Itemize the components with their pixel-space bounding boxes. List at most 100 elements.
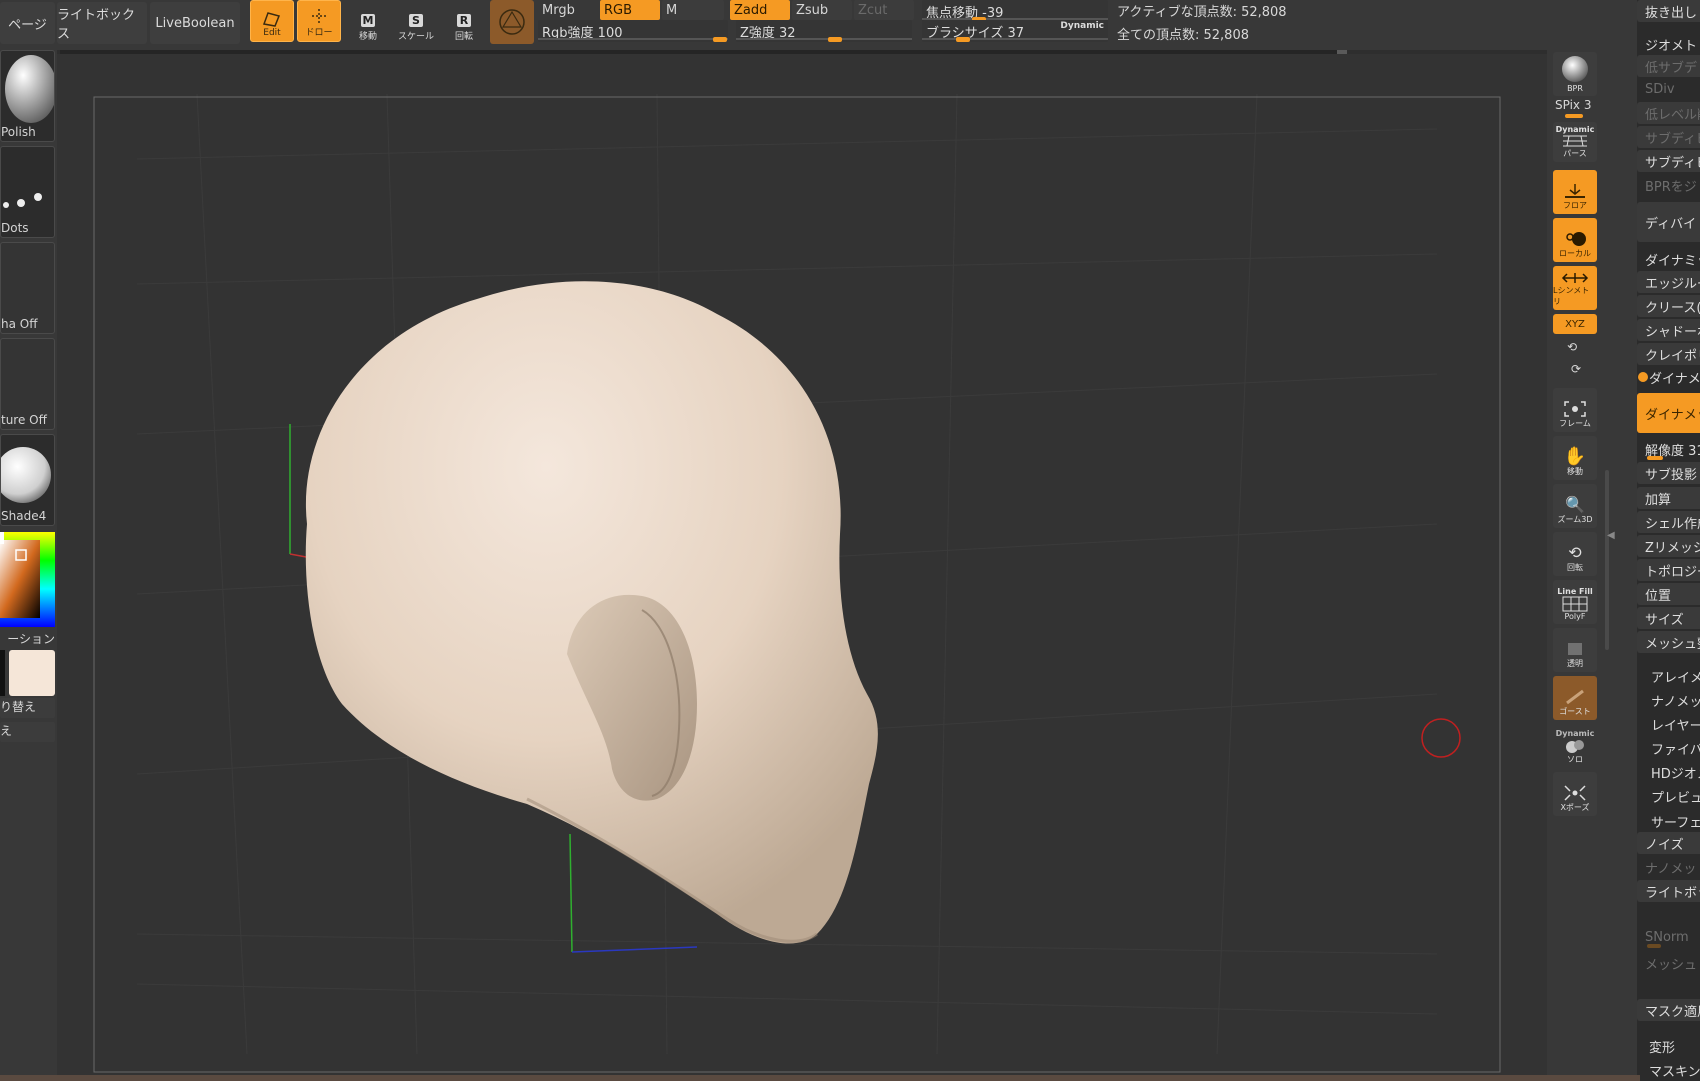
layers-section[interactable]: レイヤー xyxy=(1637,713,1700,735)
perspective-button[interactable]: Dynamic パース xyxy=(1553,122,1597,162)
divide-button[interactable]: ディバイド xyxy=(1637,202,1700,242)
brush-cursor xyxy=(1421,718,1461,758)
surface-lightbox-button[interactable]: ライトボッ xyxy=(1637,880,1700,902)
preview-section[interactable]: プレビュ xyxy=(1637,785,1700,807)
xyz-button[interactable]: XYZ xyxy=(1553,314,1597,334)
edit-button[interactable]: Edit xyxy=(250,0,294,42)
mesh-noise-button[interactable]: メッシュト xyxy=(1637,952,1700,974)
bpr-geom-button[interactable]: BPRをジ xyxy=(1637,174,1700,196)
material-sphere-icon xyxy=(499,9,525,35)
brush-size-slider[interactable]: ブラシサイズ 37 Dynamic xyxy=(922,20,1108,42)
draw-button[interactable]: ドロー xyxy=(297,0,341,42)
rgb-intensity-knob[interactable] xyxy=(713,37,727,42)
color-switch-button[interactable]: り替え xyxy=(0,698,55,718)
bpr-render-button[interactable]: BPR xyxy=(1553,52,1597,96)
zremesher-button[interactable]: Zリメッシ xyxy=(1637,535,1700,557)
lightbox-button[interactable]: ライトボックス xyxy=(57,2,147,44)
spix-value[interactable]: SPix 3 xyxy=(1555,98,1591,112)
mrgb-toggle[interactable]: Mrgb xyxy=(538,0,596,20)
add-button[interactable]: 加算 xyxy=(1637,487,1700,509)
brush-size-knob[interactable] xyxy=(956,37,970,42)
z-intensity-knob[interactable] xyxy=(828,37,842,42)
subdiv-dim-button[interactable]: サブディビ xyxy=(1637,126,1700,148)
arraymesh-section[interactable]: アレイメ xyxy=(1637,665,1700,687)
transparent-button[interactable]: 透明 xyxy=(1553,628,1597,672)
color-picker[interactable] xyxy=(0,532,55,627)
liveboolean-button[interactable]: LiveBoolean xyxy=(150,2,240,44)
viewport-canvas[interactable] xyxy=(57,54,1547,1081)
claypolish-button[interactable]: クレイポリ xyxy=(1637,343,1700,365)
floor-button[interactable]: フロア xyxy=(1553,170,1597,214)
bottom-tray-strip[interactable] xyxy=(0,1075,1640,1081)
brush-thumb[interactable]: Polish xyxy=(0,50,55,142)
z-intensity-slider[interactable]: Z強度 32 xyxy=(736,20,912,42)
rotate-button[interactable]: R 回転 xyxy=(442,0,486,47)
edge-loop-button[interactable]: エッジルー xyxy=(1637,271,1700,293)
create-shell-button[interactable]: シェル作成 xyxy=(1637,511,1700,533)
collapse-arrow-icon[interactable]: ◀ xyxy=(1607,530,1615,541)
mesh-integrity-button[interactable]: メッシュ整 xyxy=(1637,631,1700,653)
shadowbox-button[interactable]: シャドーボ xyxy=(1637,319,1700,341)
rotate-view-button[interactable]: ⟲ 回転 xyxy=(1553,532,1597,576)
spix-slider-knob[interactable] xyxy=(1565,114,1583,118)
crease-button[interactable]: クリース( xyxy=(1637,295,1700,317)
persp-label: パース xyxy=(1563,149,1587,158)
resolution-knob[interactable] xyxy=(1647,456,1663,460)
extract-button[interactable]: 抜き出し xyxy=(1637,0,1700,22)
material-sphere-button[interactable] xyxy=(490,0,534,44)
secondary-color-swatch[interactable] xyxy=(0,650,5,696)
xpose-button[interactable]: Xポーズ xyxy=(1553,772,1597,816)
noise-button[interactable]: ノイズ xyxy=(1637,832,1700,854)
fibermesh-section[interactable]: ファイバ xyxy=(1637,737,1700,759)
rgb-toggle[interactable]: RGB xyxy=(600,0,660,20)
zcut-toggle[interactable]: Zcut xyxy=(854,0,914,20)
head-mesh[interactable] xyxy=(305,281,878,944)
material-thumb[interactable]: Shade4 xyxy=(0,434,55,526)
sdiv-slider[interactable]: SDiv xyxy=(1637,78,1700,100)
subdiv-button[interactable]: サブディビ xyxy=(1637,150,1700,172)
dynamesh-section-header[interactable]: ダイナメッ xyxy=(1637,366,1700,388)
scale-button[interactable]: S スケール xyxy=(394,0,438,47)
main-color-swatch[interactable] xyxy=(9,650,55,696)
delete-lower-button[interactable]: 低レベル削 xyxy=(1637,102,1700,124)
local-button[interactable]: ローカル xyxy=(1553,218,1597,262)
topology-button[interactable]: トポロジー xyxy=(1637,559,1700,581)
lower-subdiv-button[interactable]: 低サブデ xyxy=(1637,55,1700,77)
solo-button[interactable]: Dynamic ソロ xyxy=(1553,724,1597,768)
zsub-toggle[interactable]: Zsub xyxy=(792,0,852,20)
alpha-thumb[interactable]: ha Off xyxy=(0,242,55,334)
stroke-thumb[interactable]: Dots xyxy=(0,146,55,238)
rotate-y-icon[interactable]: ⟲ xyxy=(1567,340,1577,354)
frame-button[interactable]: フレーム xyxy=(1553,388,1597,432)
geometry-section-header[interactable]: ジオメト xyxy=(1637,33,1700,55)
shelf-scrollbar[interactable] xyxy=(1605,470,1609,650)
position-button[interactable]: 位置 xyxy=(1637,583,1700,605)
rgb-intensity-slider[interactable]: Rgb強度 100 xyxy=(538,20,728,42)
dynamic-subdiv-button[interactable]: ダイナミッ xyxy=(1637,248,1700,270)
zadd-toggle[interactable]: Zadd xyxy=(730,0,790,20)
nanomesh-section[interactable]: ナノメッ xyxy=(1637,689,1700,711)
m-toggle[interactable]: M xyxy=(662,0,724,20)
deformation-section[interactable]: 変形 xyxy=(1637,1035,1700,1057)
texture-thumb[interactable]: ture Off xyxy=(0,338,55,430)
size-button[interactable]: サイズ xyxy=(1637,607,1700,629)
snorm-knob[interactable] xyxy=(1647,944,1661,948)
brush-dynamic-label[interactable]: Dynamic xyxy=(1060,21,1104,31)
ghost-button[interactable]: ゴースト xyxy=(1553,676,1597,720)
move-button[interactable]: M 移動 xyxy=(346,0,390,47)
polyframe-button[interactable]: Line Fill PolyF xyxy=(1553,580,1597,624)
nanomesh-surface-button[interactable]: ナノメッ xyxy=(1637,856,1700,878)
dynamesh-button[interactable]: ダイナメッ xyxy=(1637,393,1700,433)
zoom3d-button[interactable]: 🔍 ズーム3D xyxy=(1553,484,1597,528)
page-button[interactable]: ページ xyxy=(0,2,55,44)
lsym-button[interactable]: Lシンメトリ xyxy=(1553,266,1597,310)
surface-section-header[interactable]: サーフェ xyxy=(1637,810,1700,832)
rotate-z-icon[interactable]: ⟳ xyxy=(1571,362,1581,376)
move-view-button[interactable]: ✋ 移動 xyxy=(1553,436,1597,480)
hdgeometry-section[interactable]: HDジオメ xyxy=(1637,761,1700,783)
subproject-button[interactable]: サブ投影 ( xyxy=(1637,462,1700,484)
apply-mask-button[interactable]: マスク適用 xyxy=(1637,999,1700,1021)
focal-shift-slider[interactable]: 焦点移動 -39 xyxy=(922,0,1108,22)
masking-section[interactable]: マスキン xyxy=(1637,1059,1700,1081)
color-fill-button[interactable]: え xyxy=(0,722,55,742)
